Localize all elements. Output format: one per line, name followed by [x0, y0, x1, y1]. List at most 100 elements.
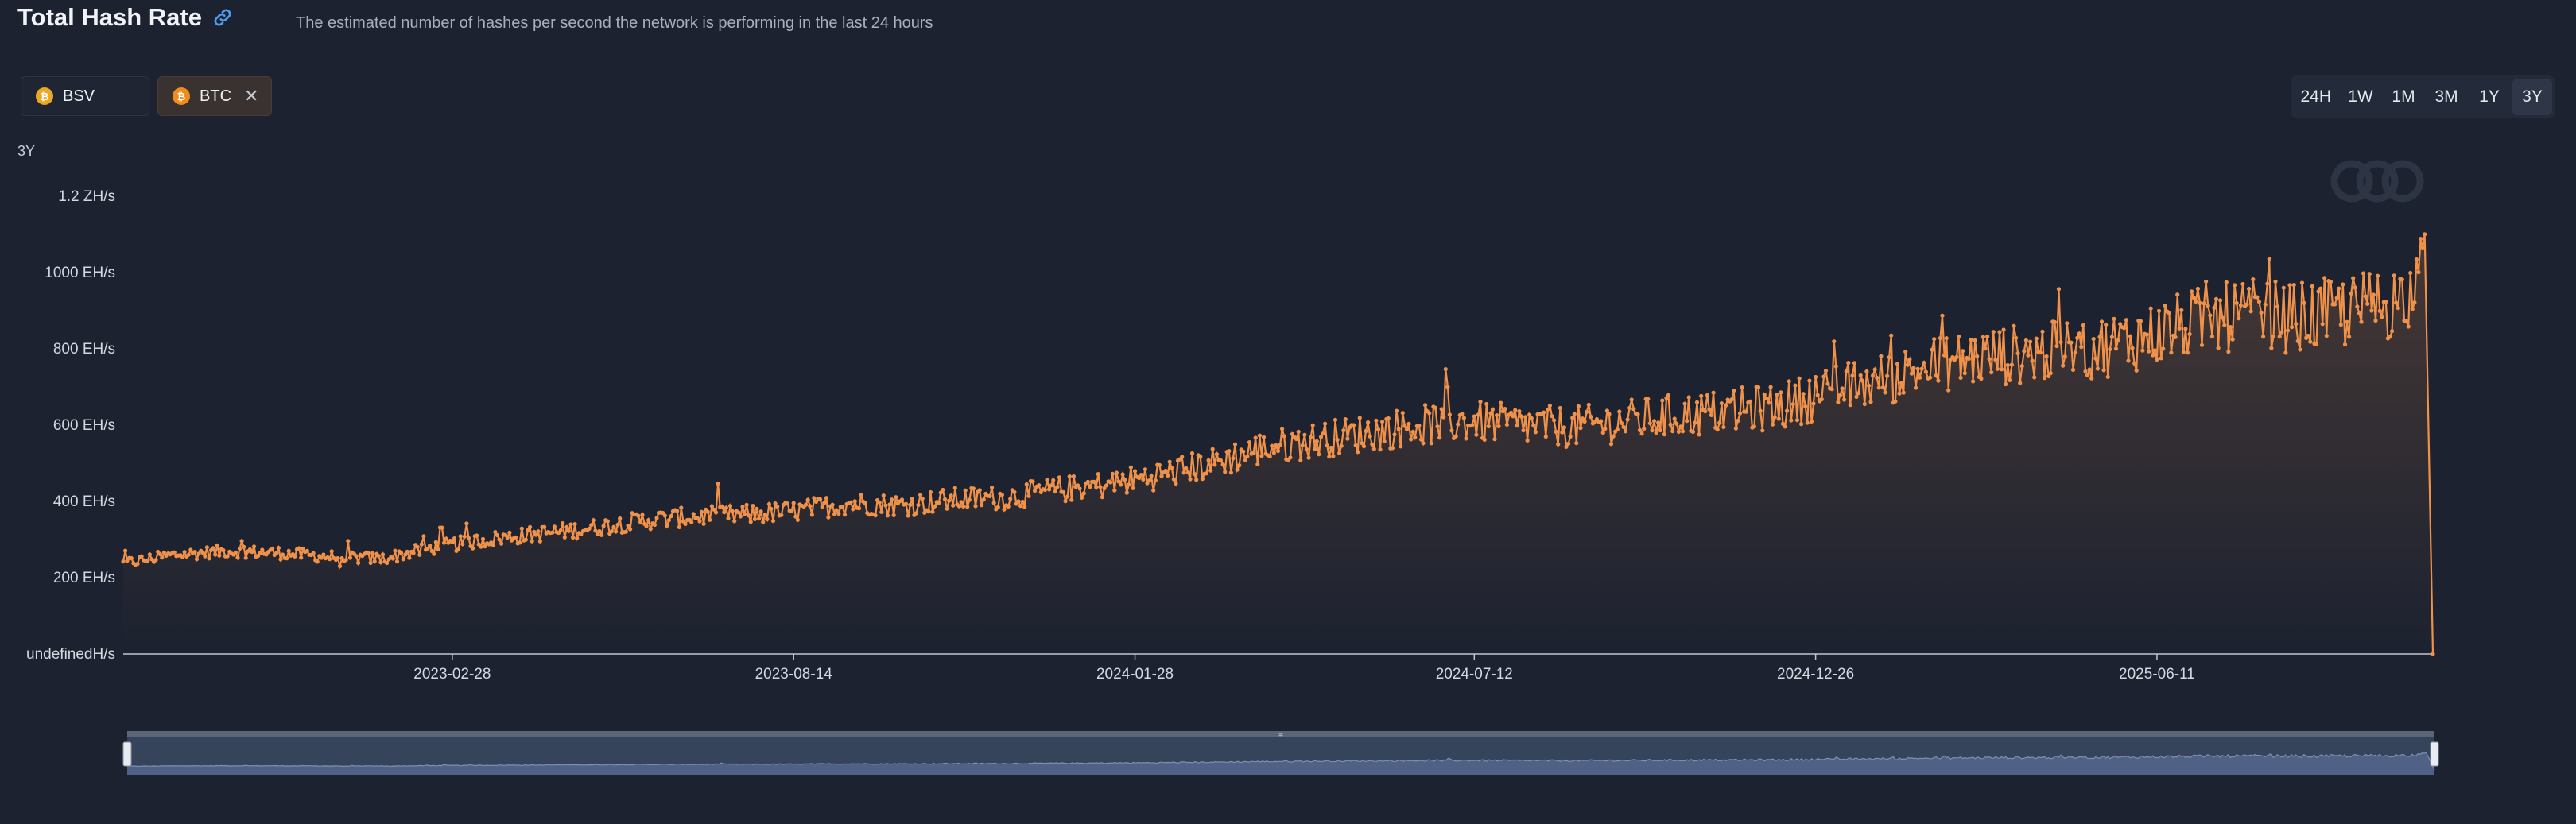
data-point — [194, 557, 200, 562]
data-point — [1958, 375, 1963, 380]
data-point — [1261, 435, 1267, 439]
data-point — [1914, 385, 1918, 390]
data-point — [713, 510, 719, 515]
data-point — [2009, 362, 2014, 367]
data-point — [2295, 338, 2300, 343]
data-point — [2251, 277, 2256, 282]
data-point — [956, 504, 962, 509]
data-point — [561, 520, 565, 526]
data-point — [644, 524, 649, 528]
data-point — [1022, 505, 1027, 509]
data-point — [1302, 432, 1307, 437]
data-point — [654, 516, 659, 520]
data-point — [1018, 504, 1023, 509]
data-point — [417, 552, 422, 557]
data-point — [879, 509, 884, 514]
data-point — [2134, 368, 2139, 373]
data-point — [1764, 396, 1769, 400]
data-point — [1439, 407, 1444, 412]
navigator-handle-right[interactable] — [2430, 741, 2439, 767]
data-point — [1024, 482, 1029, 487]
data-point — [1697, 432, 1701, 437]
data-point — [1460, 412, 1465, 416]
grip-icon[interactable]: ≡ — [1278, 732, 1283, 741]
data-point — [1833, 364, 1838, 369]
data-point — [293, 554, 297, 559]
data-point — [2275, 304, 2280, 309]
data-point — [2128, 334, 2133, 338]
data-point — [881, 493, 886, 498]
data-point — [1123, 478, 1127, 482]
data-point — [2220, 315, 2225, 320]
data-point — [732, 519, 737, 524]
data-point — [1002, 507, 1007, 512]
data-point — [1488, 411, 1493, 416]
data-point — [237, 547, 242, 551]
data-point — [2179, 308, 2184, 312]
data-point — [1736, 418, 1740, 424]
data-point — [2399, 277, 2404, 282]
data-point — [1310, 423, 1315, 427]
hash-rate-chart[interactable]: undefinedH/s 200 EH/s 400 EH/s 600 EH/s 800 … — [0, 0, 2576, 824]
data-point — [2108, 346, 2112, 352]
data-point — [601, 524, 606, 528]
data-point — [1366, 420, 1371, 425]
range-navigator[interactable]: ≡ — [122, 731, 2439, 775]
data-point — [1871, 373, 1876, 378]
data-point — [385, 560, 390, 566]
data-point — [1509, 410, 1514, 415]
data-point — [1499, 400, 1503, 405]
data-point — [2195, 286, 2200, 291]
data-point — [689, 520, 694, 524]
data-point — [305, 548, 309, 554]
data-point — [1623, 429, 1628, 434]
data-point — [1364, 428, 1368, 434]
data-point — [1785, 408, 1790, 413]
data-point — [2342, 342, 2348, 347]
data-point — [756, 516, 762, 521]
data-point — [1259, 454, 1264, 458]
data-point — [1333, 417, 1338, 423]
data-point — [1435, 424, 1440, 429]
data-point — [1317, 452, 1321, 457]
data-point — [401, 557, 405, 562]
data-point — [1629, 397, 1634, 402]
data-point — [1321, 431, 1325, 436]
data-point — [2224, 280, 2229, 284]
data-point — [2091, 337, 2096, 342]
data-point — [1474, 432, 1479, 437]
data-point — [1400, 411, 1405, 416]
data-point — [1353, 443, 1358, 448]
data-point — [1901, 390, 1906, 395]
data-point — [1829, 387, 1834, 392]
data-point — [2147, 349, 2151, 354]
data-point — [2185, 350, 2190, 355]
data-point — [2012, 323, 2016, 328]
navigator-handle-left[interactable] — [122, 741, 132, 767]
data-point — [1946, 388, 1951, 393]
data-point — [959, 500, 964, 505]
data-point — [225, 554, 230, 559]
data-point — [910, 497, 914, 501]
data-point — [977, 488, 982, 493]
data-point — [999, 493, 1004, 497]
data-point — [1124, 490, 1129, 495]
data-point — [1825, 381, 1830, 386]
data-point — [1132, 469, 1138, 474]
data-point — [1525, 438, 1530, 443]
data-point — [2208, 313, 2213, 318]
data-point — [1621, 424, 1626, 430]
data-point — [1063, 499, 1068, 504]
data-point — [1184, 466, 1189, 471]
data-point — [1766, 400, 1771, 405]
data-point — [2238, 303, 2243, 308]
data-point — [1744, 409, 1748, 414]
data-point — [1918, 375, 1922, 380]
data-point — [1371, 447, 1376, 451]
x-tick-label: 2024-01-28 — [1096, 666, 1174, 683]
data-point — [1794, 418, 1800, 423]
data-point — [1511, 414, 1515, 419]
data-point — [1803, 404, 1808, 409]
data-point — [419, 542, 424, 547]
data-point — [885, 513, 890, 518]
